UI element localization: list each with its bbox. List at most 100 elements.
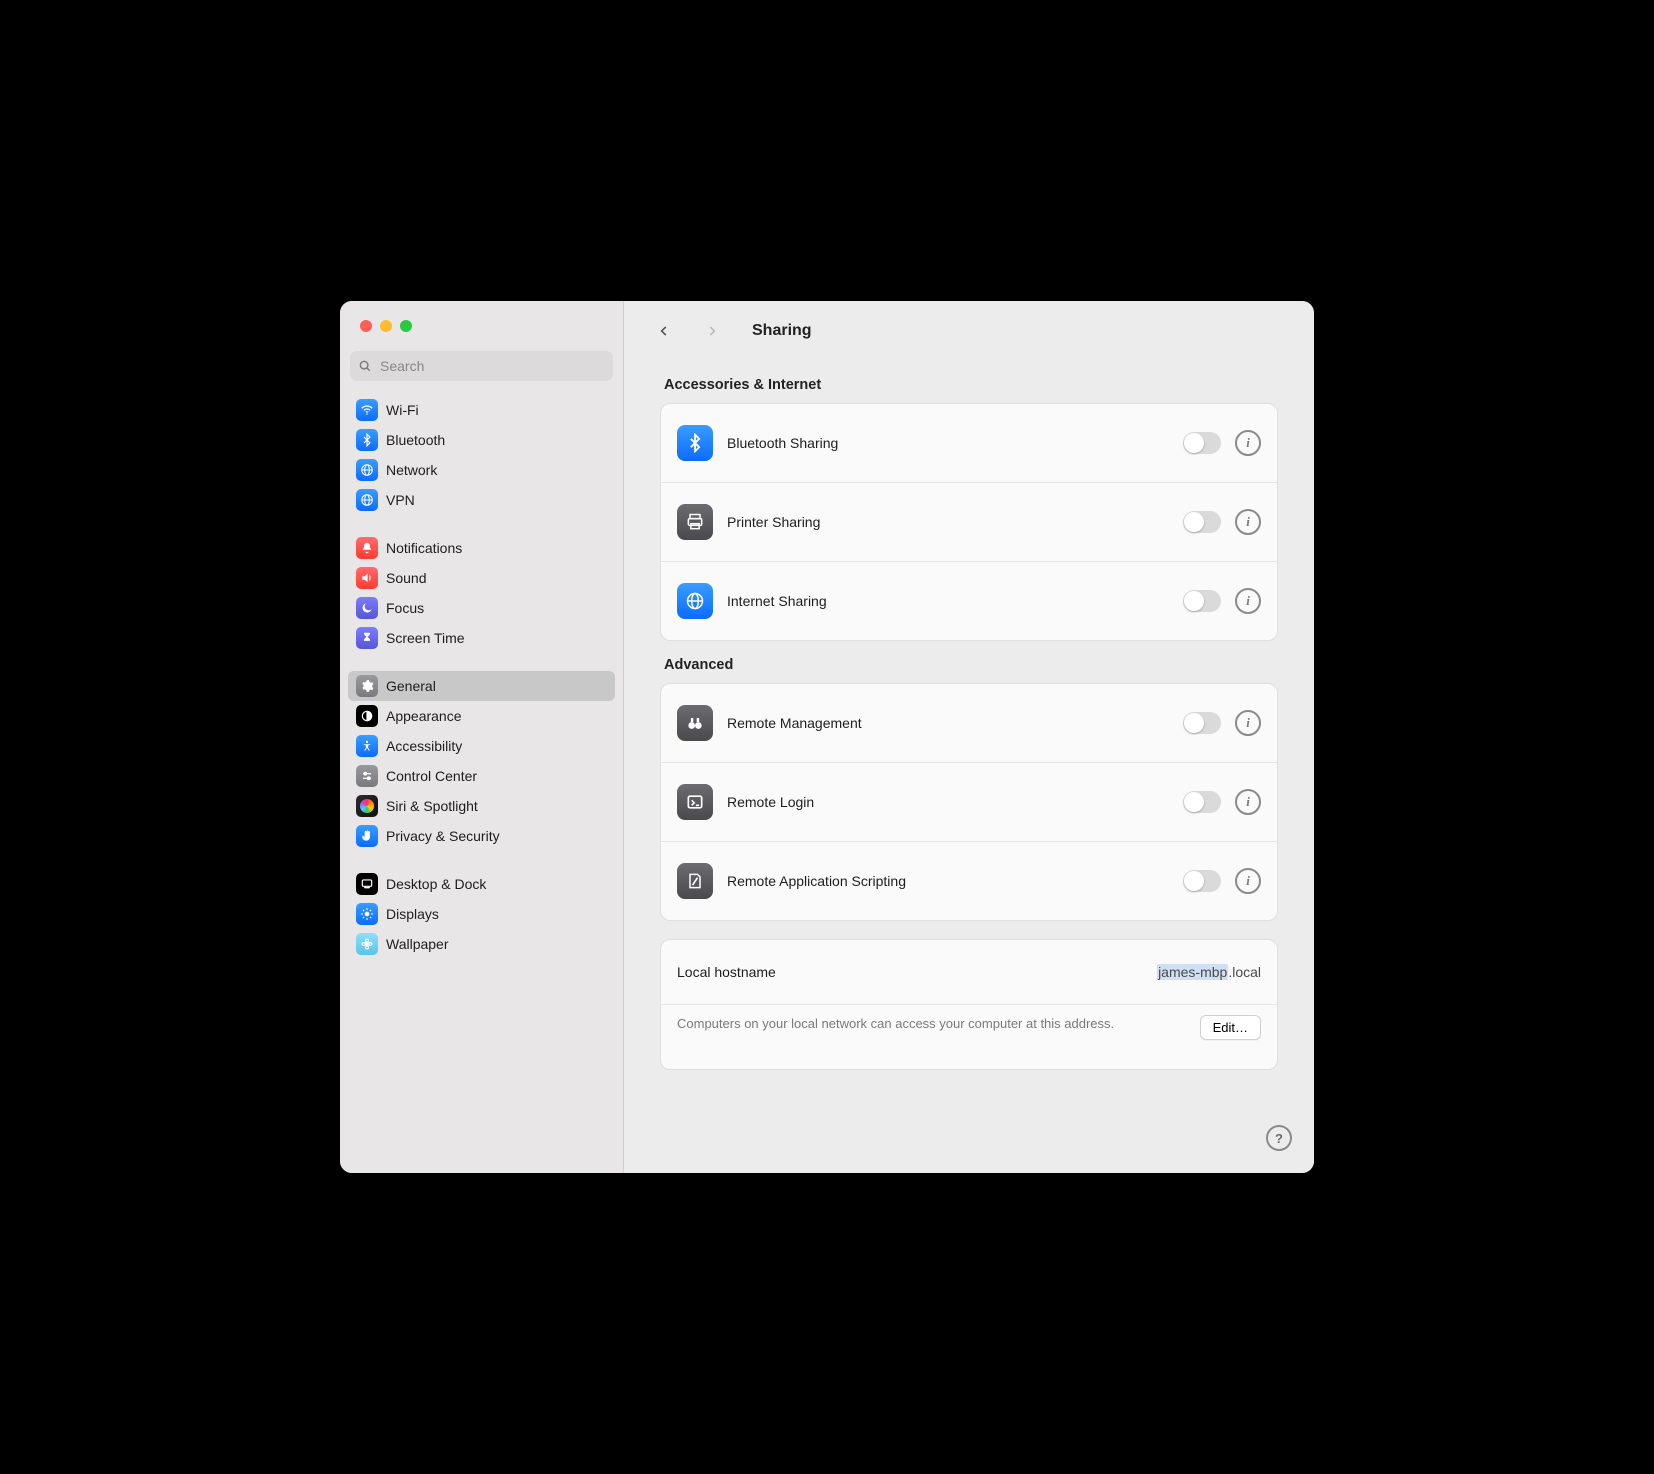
- section-title-accessories: Accessories & Internet: [664, 377, 1274, 393]
- sidebar-item-label: General: [386, 678, 436, 694]
- toggle-remote-login[interactable]: [1183, 791, 1221, 813]
- chevron-right-icon: [705, 324, 719, 338]
- help-button[interactable]: ?: [1266, 1125, 1292, 1151]
- row-remote-login: Remote Login i: [661, 762, 1277, 841]
- gear-icon: [356, 675, 378, 697]
- page-title: Sharing: [752, 322, 812, 340]
- info-button[interactable]: i: [1235, 868, 1261, 894]
- sidebar: Wi-Fi Bluetooth Network VPN: [340, 301, 624, 1173]
- advanced-card: Remote Management i Remote Login i: [660, 683, 1278, 921]
- sidebar-item-label: Siri & Spotlight: [386, 798, 478, 814]
- sidebar-item-siri-spotlight[interactable]: Siri & Spotlight: [348, 791, 615, 821]
- zoom-window-button[interactable]: [400, 320, 412, 332]
- sidebar-item-displays[interactable]: Displays: [348, 899, 615, 929]
- toggle-printer-sharing[interactable]: [1183, 511, 1221, 533]
- minimize-window-button[interactable]: [380, 320, 392, 332]
- hostname-title: Local hostname: [677, 964, 776, 980]
- edit-hostname-button[interactable]: Edit…: [1200, 1015, 1261, 1040]
- sidebar-item-sound[interactable]: Sound: [348, 563, 615, 593]
- sidebar-item-label: Screen Time: [386, 630, 465, 646]
- row-printer-sharing: Printer Sharing i: [661, 482, 1277, 561]
- search-input[interactable]: [378, 357, 605, 375]
- appearance-icon: [356, 705, 378, 727]
- sidebar-item-label: Focus: [386, 600, 424, 616]
- hourglass-icon: [356, 627, 378, 649]
- row-internet-sharing: Internet Sharing i: [661, 561, 1277, 640]
- row-label: Bluetooth Sharing: [727, 435, 838, 451]
- sidebar-item-vpn[interactable]: VPN: [348, 485, 615, 515]
- back-button[interactable]: [650, 317, 678, 345]
- hostname-card: Local hostname james-mbp.local Computers…: [660, 939, 1278, 1070]
- main-header: Sharing: [624, 301, 1314, 361]
- bluetooth-icon: [677, 425, 713, 461]
- binoculars-icon: [677, 705, 713, 741]
- sidebar-item-label: Desktop & Dock: [386, 876, 486, 892]
- info-button[interactable]: i: [1235, 710, 1261, 736]
- sidebar-item-wifi[interactable]: Wi-Fi: [348, 395, 615, 425]
- globe-icon: [356, 459, 378, 481]
- sidebar-item-general[interactable]: General: [348, 671, 615, 701]
- bell-icon: [356, 537, 378, 559]
- vpn-icon: [356, 489, 378, 511]
- sidebar-item-label: Appearance: [386, 708, 462, 724]
- sidebar-item-accessibility[interactable]: Accessibility: [348, 731, 615, 761]
- sidebar-item-notifications[interactable]: Notifications: [348, 533, 615, 563]
- sidebar-item-appearance[interactable]: Appearance: [348, 701, 615, 731]
- siri-icon: [356, 795, 378, 817]
- printer-icon: [677, 504, 713, 540]
- speaker-icon: [356, 567, 378, 589]
- sidebar-item-privacy-security[interactable]: Privacy & Security: [348, 821, 615, 851]
- sidebar-item-control-center[interactable]: Control Center: [348, 761, 615, 791]
- sidebar-item-network[interactable]: Network: [348, 455, 615, 485]
- hostname-note: Computers on your local network can acce…: [677, 1015, 1186, 1033]
- toggle-internet-sharing[interactable]: [1183, 590, 1221, 612]
- sidebar-item-label: Notifications: [386, 540, 462, 556]
- row-label: Remote Management: [727, 715, 862, 731]
- sidebar-item-screen-time[interactable]: Screen Time: [348, 623, 615, 653]
- row-local-hostname: Local hostname james-mbp.local: [661, 940, 1277, 1004]
- row-label: Printer Sharing: [727, 514, 820, 530]
- sidebar-item-wallpaper[interactable]: Wallpaper: [348, 929, 615, 959]
- window-titlebar: [340, 301, 623, 351]
- info-button[interactable]: i: [1235, 430, 1261, 456]
- section-title-advanced: Advanced: [664, 657, 1274, 673]
- row-label: Internet Sharing: [727, 593, 827, 609]
- toggle-bluetooth-sharing[interactable]: [1183, 432, 1221, 454]
- toggle-remote-application-scripting[interactable]: [1183, 870, 1221, 892]
- sidebar-item-label: Displays: [386, 906, 439, 922]
- search-field[interactable]: [350, 351, 613, 381]
- row-hostname-note: Computers on your local network can acce…: [661, 1004, 1277, 1069]
- sidebar-item-label: Accessibility: [386, 738, 462, 754]
- sidebar-item-label: Wi-Fi: [386, 402, 419, 418]
- forward-button[interactable]: [698, 317, 726, 345]
- chevron-left-icon: [657, 324, 671, 338]
- accessibility-icon: [356, 735, 378, 757]
- script-icon: [677, 863, 713, 899]
- sidebar-nav: Wi-Fi Bluetooth Network VPN: [340, 389, 623, 1173]
- sidebar-item-label: Bluetooth: [386, 432, 445, 448]
- moon-icon: [356, 597, 378, 619]
- sliders-icon: [356, 765, 378, 787]
- sidebar-item-label: Control Center: [386, 768, 477, 784]
- sun-icon: [356, 903, 378, 925]
- sidebar-item-focus[interactable]: Focus: [348, 593, 615, 623]
- sidebar-item-bluetooth[interactable]: Bluetooth: [348, 425, 615, 455]
- sidebar-item-desktop-dock[interactable]: Desktop & Dock: [348, 869, 615, 899]
- close-window-button[interactable]: [360, 320, 372, 332]
- globe-icon: [677, 583, 713, 619]
- settings-window: Wi-Fi Bluetooth Network VPN: [340, 301, 1314, 1173]
- row-label: Remote Login: [727, 794, 814, 810]
- main-panel: Sharing Accessories & Internet Bluetooth…: [624, 301, 1314, 1173]
- info-button[interactable]: i: [1235, 588, 1261, 614]
- accessories-card: Bluetooth Sharing i Printer Sharing i: [660, 403, 1278, 641]
- info-button[interactable]: i: [1235, 789, 1261, 815]
- row-bluetooth-sharing: Bluetooth Sharing i: [661, 404, 1277, 482]
- toggle-remote-management[interactable]: [1183, 712, 1221, 734]
- search-icon: [358, 359, 372, 373]
- flower-icon: [356, 933, 378, 955]
- row-remote-management: Remote Management i: [661, 684, 1277, 762]
- hostname-value: james-mbp.local: [1157, 964, 1261, 980]
- info-button[interactable]: i: [1235, 509, 1261, 535]
- dock-icon: [356, 873, 378, 895]
- bluetooth-icon: [356, 429, 378, 451]
